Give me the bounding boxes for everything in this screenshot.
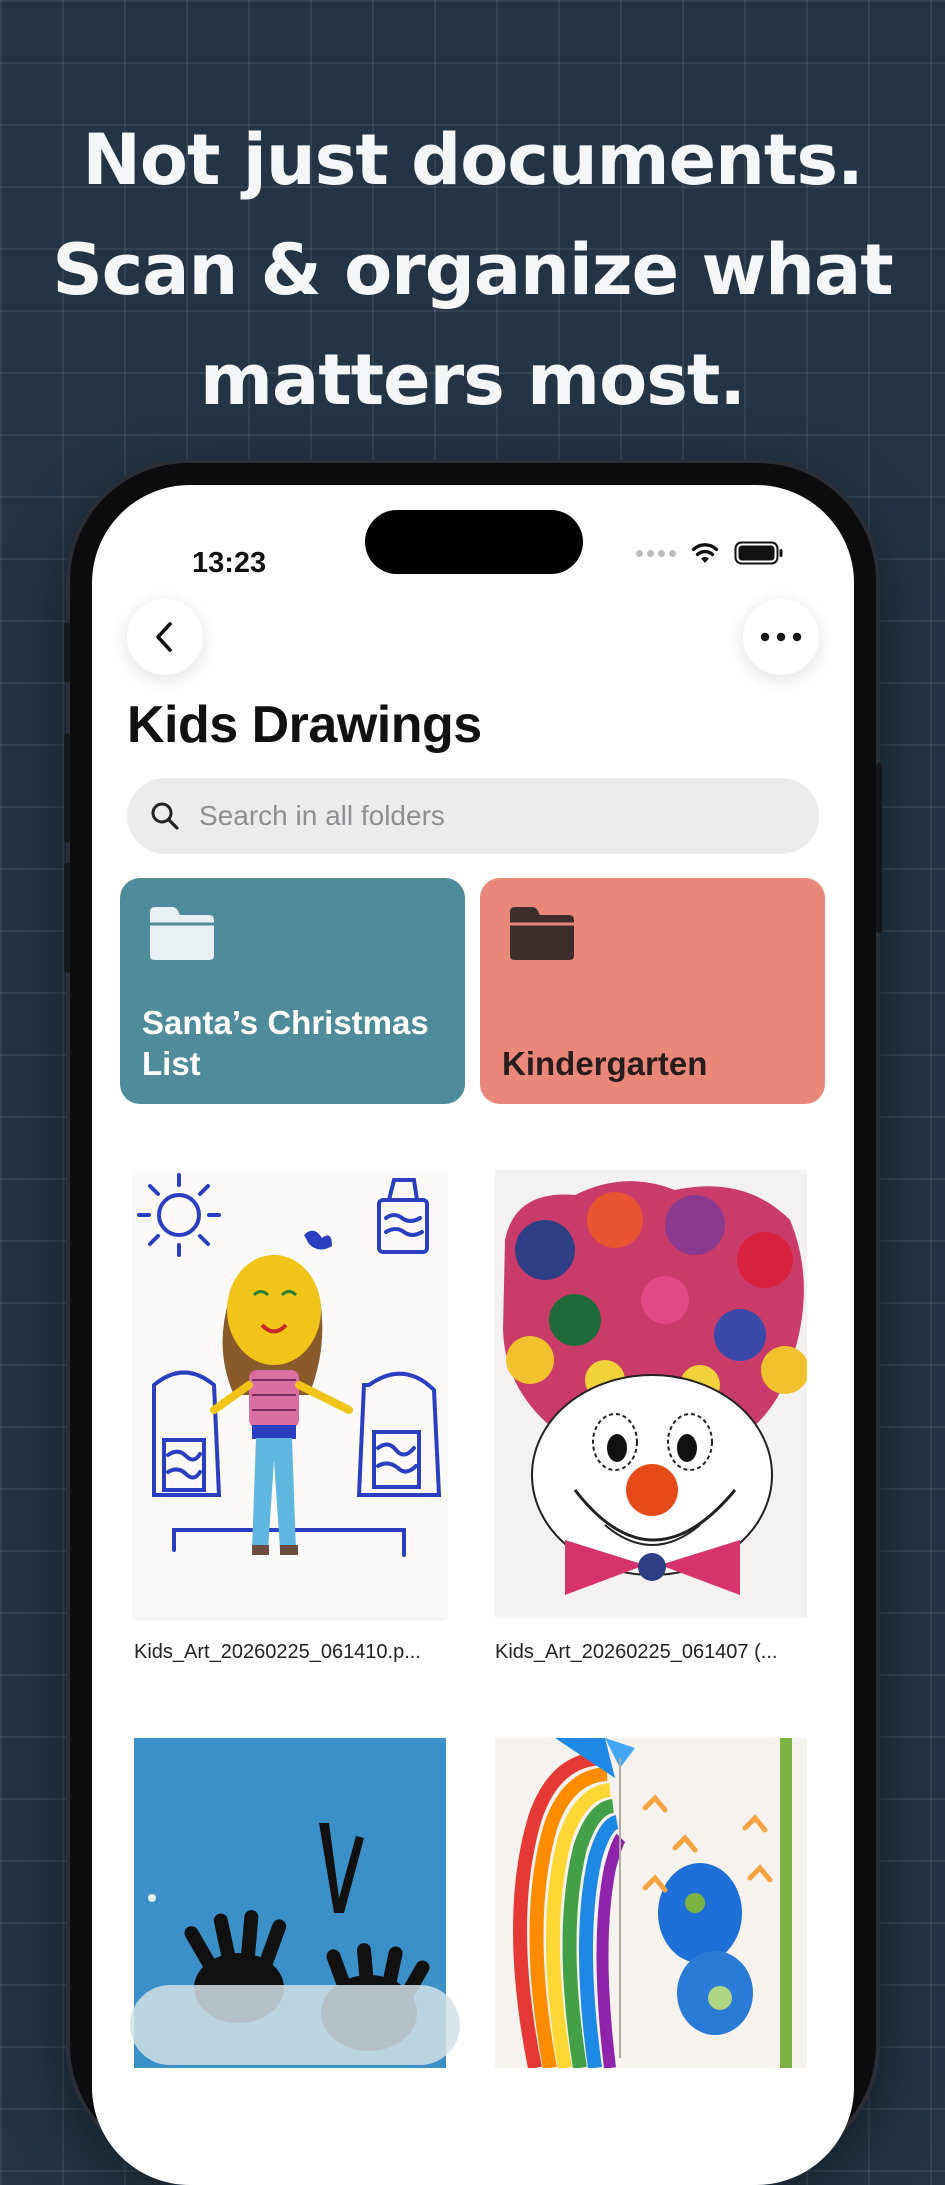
folder-kindergarten[interactable]: Kindergarten — [480, 878, 825, 1104]
ellipsis-icon — [760, 632, 802, 642]
phone-action-button — [64, 623, 70, 683]
search-icon — [151, 802, 179, 830]
headline-line-2: Scan & organize what — [52, 229, 893, 311]
search-field[interactable]: Search in all folders — [127, 778, 819, 854]
drawing-rainbow-image — [513, 1738, 792, 2068]
marketing-headline: Not just documents. Scan & organize what… — [0, 105, 945, 435]
file-name: Kids_Art_20260225_061407 (... — [495, 1641, 778, 1663]
folder-label: Santa’s Christmas List — [142, 1004, 429, 1082]
headline-line-1: Not just documents. — [82, 119, 863, 201]
folder-santas-christmas-list[interactable]: Santa’s Christmas List — [120, 878, 465, 1104]
folder-label: Kindergarten — [502, 1045, 708, 1082]
phone-volume-down — [64, 863, 70, 973]
drawing-girl-image — [137, 1173, 442, 1557]
phone-volume-up — [64, 733, 70, 843]
status-icons — [636, 541, 784, 565]
back-button[interactable] — [127, 599, 203, 675]
folder-icon — [510, 907, 574, 960]
file-name: Kids_Art_20260225_061410.p... — [134, 1641, 421, 1663]
bottom-tab-bar[interactable] — [130, 1985, 460, 2065]
folder-icon — [150, 907, 214, 960]
file-thumbnail[interactable] — [495, 1738, 807, 2068]
cellular-signal-icon — [636, 549, 676, 557]
drawing-clown-image — [503, 1181, 807, 1595]
file-thumbnail[interactable] — [495, 1170, 807, 1618]
chevron-left-icon — [156, 622, 172, 652]
dynamic-island — [365, 510, 583, 574]
wifi-icon — [691, 543, 719, 563]
phone-screen: 13:23 Kids Drawings Search in all folder… — [92, 485, 854, 2185]
phone-frame: 13:23 Kids Drawings Search in all folder… — [64, 463, 882, 2185]
file-thumbnail[interactable] — [134, 1170, 446, 1618]
battery-icon — [734, 541, 783, 565]
page-title: Kids Drawings — [127, 696, 482, 754]
status-time: 13:23 — [192, 547, 267, 579]
headline-line-3: matters most. — [200, 339, 746, 421]
search-placeholder: Search in all folders — [199, 800, 445, 831]
phone-power-button — [876, 763, 882, 933]
more-options-button[interactable] — [743, 599, 819, 675]
